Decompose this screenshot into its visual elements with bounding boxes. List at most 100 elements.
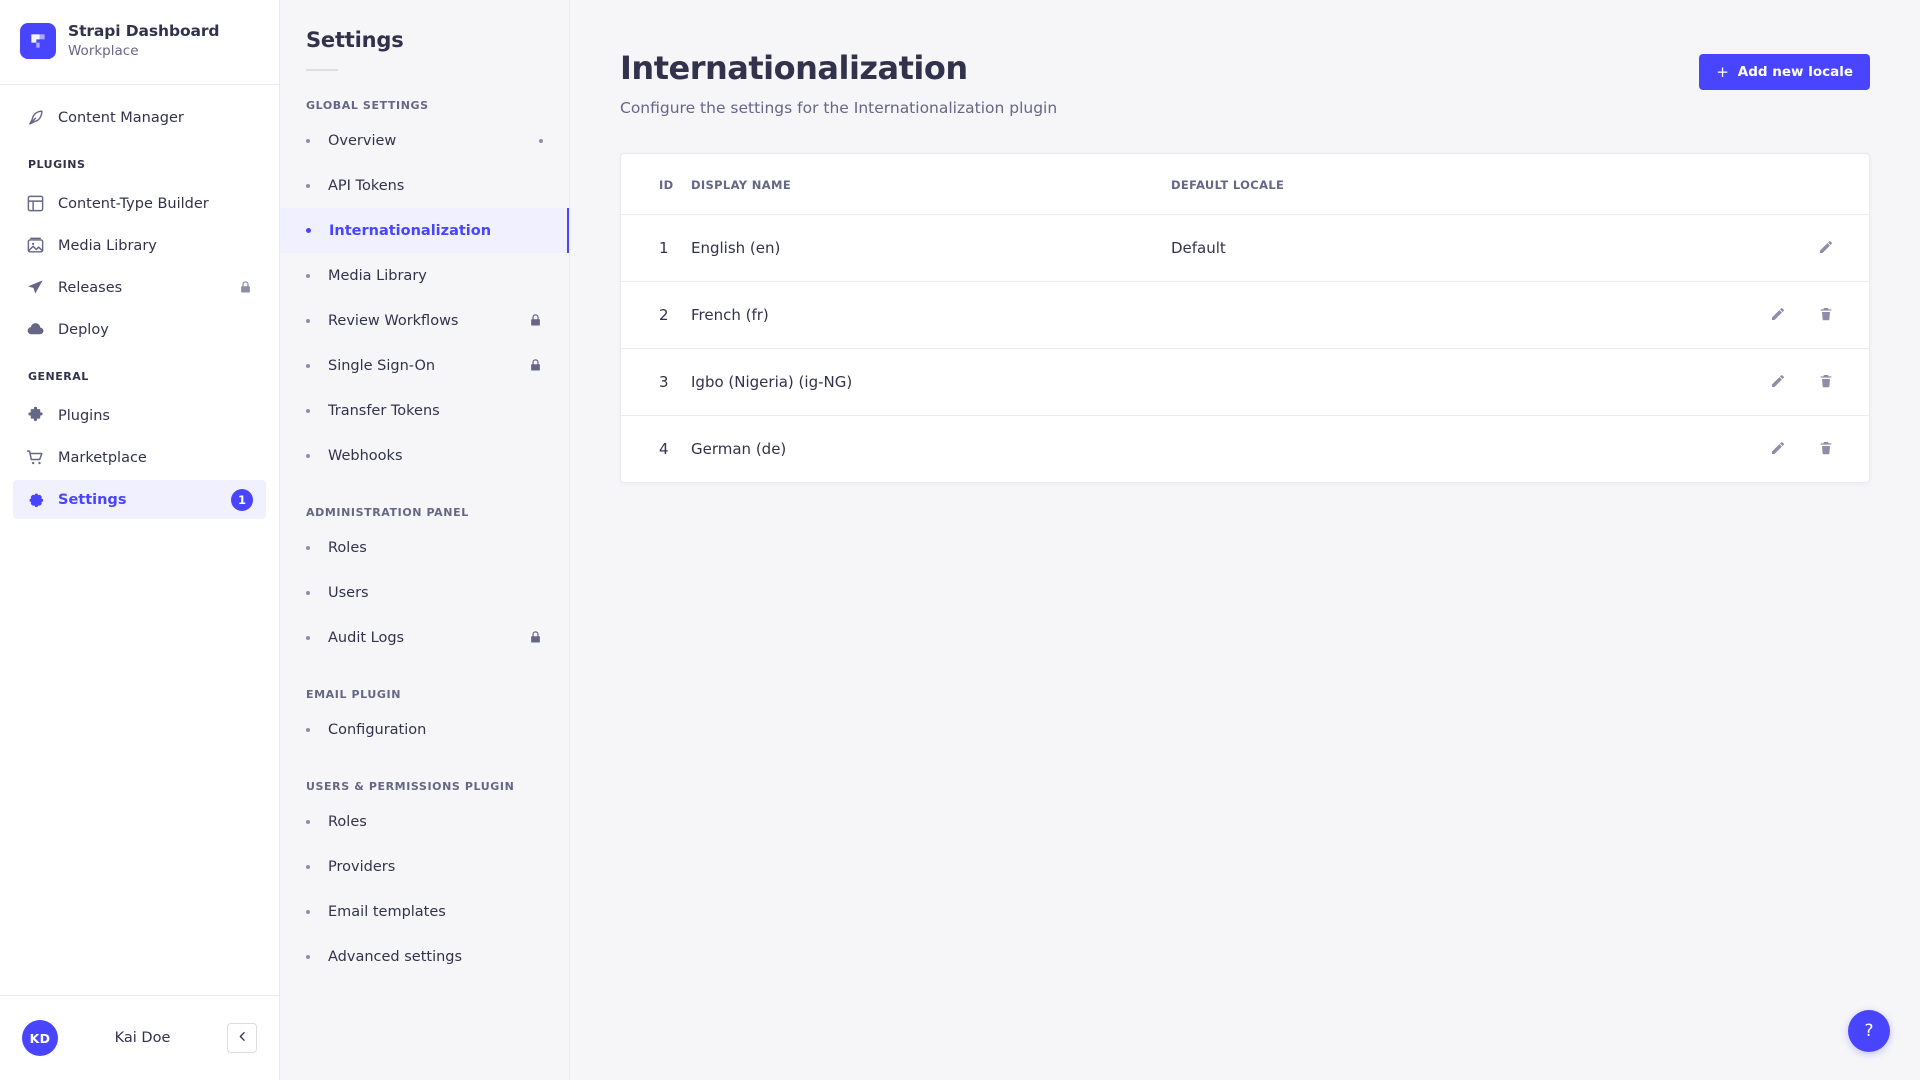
subnav-item-up-email-templates[interactable]: Email templates: [280, 889, 569, 934]
subnav-title: Settings: [306, 28, 404, 52]
chevron-left-icon: [236, 1030, 249, 1046]
question-mark-icon: ?: [1864, 1021, 1874, 1041]
cell-actions: [1641, 416, 1869, 483]
pencil-icon: [1770, 440, 1786, 459]
sidebar-item-content-manager[interactable]: Content Manager: [13, 98, 266, 137]
layout-grid-icon: [26, 194, 45, 213]
bullet-icon: [306, 228, 311, 233]
nav-section-plugins-label: PLUGINS: [28, 158, 86, 171]
subnav-item-webhooks[interactable]: Webhooks: [280, 433, 569, 478]
row-actions: [1641, 306, 1835, 324]
subnav-item-label: Configuration: [328, 721, 427, 738]
cell-display-name: English (en): [691, 214, 1171, 282]
sidebar-item-settings[interactable]: Settings 1: [13, 480, 266, 519]
edit-locale-button[interactable]: [1769, 373, 1787, 391]
shopping-cart-icon: [26, 448, 45, 467]
trash-icon: [1818, 440, 1834, 459]
sidebar-item-label: Content-Type Builder: [58, 195, 209, 212]
page-heading-group: Internationalization Configure the setti…: [620, 48, 1057, 117]
table-row[interactable]: 2 French (fr): [621, 281, 1869, 349]
subnav-item-up-providers[interactable]: Providers: [280, 844, 569, 889]
subnav-item-label: Review Workflows: [328, 312, 459, 329]
subnav-item-label: Media Library: [328, 267, 427, 284]
pencil-icon: [1818, 239, 1834, 258]
sidebar-item-media-library[interactable]: Media Library: [13, 226, 266, 265]
cell-actions: [1641, 348, 1869, 416]
settings-count-badge: 1: [231, 488, 253, 511]
subnav-item-overview[interactable]: Overview: [280, 118, 569, 163]
delete-locale-button[interactable]: [1817, 373, 1835, 391]
subnav-item-email-configuration[interactable]: Configuration: [280, 707, 569, 752]
lock-icon: [528, 630, 543, 645]
subnav-section-label: ADMINISTRATION PANEL: [306, 506, 469, 519]
subnav-item-label: Single Sign-On: [328, 357, 436, 374]
bullet-icon: [306, 864, 310, 869]
settings-subnav: Settings GLOBAL SETTINGS Overview API To…: [280, 0, 570, 1080]
page-subtitle: Configure the settings for the Internati…: [620, 99, 1058, 117]
subnav-item-label: Audit Logs: [328, 629, 405, 646]
row-actions: [1641, 440, 1835, 458]
avatar[interactable]: KD: [22, 1020, 58, 1056]
cell-default-locale: Default: [1171, 214, 1641, 282]
cell-id: 2: [621, 281, 691, 349]
subnav-item-label: Transfer Tokens: [328, 402, 440, 419]
subnav-section-label: GLOBAL SETTINGS: [306, 99, 429, 112]
edit-locale-button[interactable]: [1769, 440, 1787, 458]
delete-locale-button[interactable]: [1817, 440, 1835, 458]
subnav-item-label: Internationalization: [329, 222, 492, 239]
bullet-icon: [306, 635, 310, 640]
subnav-item-up-roles[interactable]: Roles: [280, 799, 569, 844]
subnav-item-media-library[interactable]: Media Library: [280, 253, 569, 298]
trash-icon: [1818, 373, 1834, 392]
subnav-item-transfer-tokens[interactable]: Transfer Tokens: [280, 388, 569, 433]
subnav-section-email-plugin: EMAIL PLUGIN Configuration: [280, 666, 569, 752]
brand-subtitle: Workplace: [68, 42, 139, 59]
edit-locale-button[interactable]: [1769, 306, 1787, 324]
sidebar-item-deploy[interactable]: Deploy: [13, 310, 266, 349]
sidebar-item-plugins[interactable]: Plugins: [13, 396, 266, 435]
main-nav-list: Content Manager PLUGINS Content-Type Bui…: [0, 85, 279, 995]
cell-id: 1: [621, 214, 691, 282]
table-row[interactable]: 3 Igbo (Nigeria) (ig-NG): [621, 348, 1869, 416]
subnav-item-internationalization[interactable]: Internationalization: [280, 208, 569, 253]
subnav-item-up-advanced-settings[interactable]: Advanced settings: [280, 934, 569, 979]
subnav-item-label: Roles: [328, 539, 367, 556]
bullet-icon: [306, 318, 310, 323]
locales-table: ID DISPLAY NAME DEFAULT LOCALE 1 English…: [621, 154, 1869, 482]
subnav-item-review-workflows[interactable]: Review Workflows: [280, 298, 569, 343]
edit-locale-button[interactable]: [1817, 239, 1835, 257]
sidebar-item-label: Releases: [58, 279, 123, 296]
cell-display-name: French (fr): [691, 281, 1171, 349]
bullet-icon: [306, 363, 310, 368]
cell-default-locale: [1171, 348, 1641, 416]
sidebar-item-marketplace[interactable]: Marketplace: [13, 438, 266, 477]
help-button[interactable]: ?: [1848, 1010, 1890, 1052]
locales-table-container: ID DISPLAY NAME DEFAULT LOCALE 1 English…: [620, 153, 1870, 483]
main-content: Internationalization Configure the setti…: [570, 0, 1920, 1080]
add-new-locale-button[interactable]: + Add new locale: [1699, 54, 1870, 90]
bullet-icon: [306, 183, 310, 188]
sidebar-item-content-type-builder[interactable]: Content-Type Builder: [13, 184, 266, 223]
page-title: Internationalization: [620, 49, 968, 87]
image-icon: [26, 236, 45, 255]
brand-header[interactable]: Strapi Dashboard Workplace: [0, 0, 279, 85]
table-body: 1 English (en) Default 2 French (fr) 3 I…: [621, 214, 1869, 483]
delete-locale-button[interactable]: [1817, 306, 1835, 324]
collapse-sidebar-button[interactable]: [227, 1023, 257, 1053]
subnav-item-admin-users[interactable]: Users: [280, 570, 569, 615]
cloud-icon: [26, 320, 45, 339]
subnav-header: Settings: [280, 0, 569, 71]
subnav-item-audit-logs[interactable]: Audit Logs: [280, 615, 569, 660]
trash-icon: [1818, 306, 1834, 325]
table-row[interactable]: 4 German (de): [621, 416, 1869, 483]
subnav-item-api-tokens[interactable]: API Tokens: [280, 163, 569, 208]
sidebar-item-label: Plugins: [58, 407, 110, 424]
plus-icon: +: [1716, 62, 1729, 81]
subnav-item-admin-roles[interactable]: Roles: [280, 525, 569, 570]
bullet-icon: [306, 408, 310, 413]
subnav-item-single-sign-on[interactable]: Single Sign-On: [280, 343, 569, 388]
sidebar-item-releases[interactable]: Releases: [13, 268, 266, 307]
table-row[interactable]: 1 English (en) Default: [621, 214, 1869, 282]
bullet-icon: [306, 453, 310, 458]
subnav-divider: [306, 69, 338, 71]
